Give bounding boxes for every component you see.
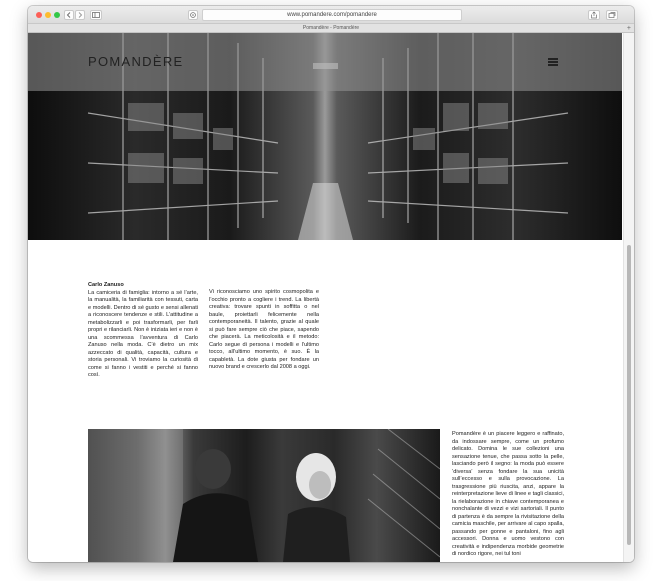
- column-body: Vi riconosciamo uno spirito cosmopolita …: [209, 289, 319, 370]
- privacy-button[interactable]: [188, 10, 198, 20]
- column-body: Pomandère è un piacere leggero e raffina…: [452, 431, 564, 557]
- tab-bar: Pomandère - Pomandère +: [28, 24, 634, 33]
- site-header: POMANDÈRE: [28, 33, 622, 91]
- scrollbar-thumb[interactable]: [627, 245, 631, 545]
- share-icon: [591, 11, 597, 19]
- sidebar-icon: [92, 12, 100, 18]
- close-window-button[interactable]: [36, 12, 42, 18]
- text-column-spirit: Vi riconosciamo uno spirito cosmopolita …: [209, 289, 319, 372]
- web-page: POMANDÈRE Carlo Zanuso La camiceria di f…: [28, 33, 634, 562]
- sidebar-button[interactable]: [90, 10, 102, 20]
- chevron-left-icon: [66, 12, 71, 18]
- address-bar[interactable]: www.pomandere.com/pomandere: [202, 9, 462, 21]
- show-tabs-button[interactable]: [606, 10, 618, 20]
- column-title: Carlo Zanuso: [88, 282, 124, 288]
- page-scrollbar[interactable]: [623, 33, 634, 562]
- browser-window: www.pomandere.com/pomandere Pomandère - …: [28, 6, 634, 562]
- back-button[interactable]: [64, 10, 74, 20]
- url-text: www.pomandere.com/pomandere: [287, 12, 377, 18]
- chevron-right-icon: [78, 12, 83, 18]
- couple-photo: [88, 429, 440, 562]
- street-couple-photo: [88, 429, 440, 562]
- zoom-window-button[interactable]: [54, 12, 60, 18]
- hamburger-menu-icon[interactable]: [548, 58, 558, 66]
- tab-title[interactable]: Pomandère - Pomandère: [303, 25, 359, 31]
- share-button[interactable]: [588, 10, 600, 20]
- privacy-icon: [190, 12, 196, 18]
- browser-toolbar: www.pomandere.com/pomandere: [28, 6, 634, 24]
- new-tab-button[interactable]: +: [627, 24, 631, 33]
- column-body: La camiceria di famiglia: intorno a sé l…: [88, 289, 198, 379]
- hero-image: POMANDÈRE: [28, 33, 622, 240]
- site-logo[interactable]: POMANDÈRE: [88, 54, 184, 69]
- text-column-carlo-zanuso: Carlo Zanuso La camiceria di famiglia: i…: [88, 282, 198, 380]
- forward-button[interactable]: [75, 10, 85, 20]
- tabs-icon: [608, 12, 616, 18]
- text-column-pomandere: Pomandère è un piacere leggero e raffina…: [452, 431, 564, 559]
- minimize-window-button[interactable]: [45, 12, 51, 18]
